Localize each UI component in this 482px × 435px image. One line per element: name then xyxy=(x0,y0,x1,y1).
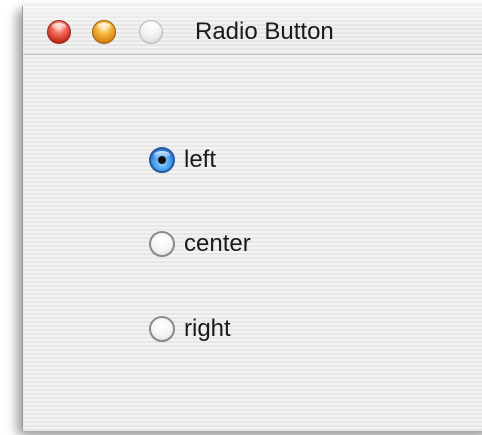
radio-dot xyxy=(158,156,166,164)
radio-option-center[interactable]: center xyxy=(149,229,251,259)
minimize-button[interactable] xyxy=(92,20,116,44)
window-title: Radio Button xyxy=(195,18,334,45)
radio-label-center[interactable]: center xyxy=(184,230,251,258)
zoom-button-icon xyxy=(144,23,158,30)
radio-option-right[interactable]: right xyxy=(149,314,231,344)
title-bar[interactable]: Radio Button xyxy=(23,6,482,55)
radio-label-right[interactable]: right xyxy=(184,315,231,343)
radio-selected-icon[interactable] xyxy=(149,147,175,173)
close-button-icon xyxy=(52,23,66,30)
window-content: left center right xyxy=(23,55,482,431)
window: Radio Button left center right xyxy=(22,6,482,431)
radio-unselected-icon[interactable] xyxy=(149,231,175,257)
close-button[interactable] xyxy=(47,20,71,44)
radio-option-left[interactable]: left xyxy=(149,145,216,175)
minimize-button-icon xyxy=(97,23,111,30)
radio-unselected-icon[interactable] xyxy=(149,316,175,342)
zoom-button[interactable] xyxy=(139,20,163,44)
radio-label-left[interactable]: left xyxy=(184,146,216,174)
screen: Radio Button left center right xyxy=(0,0,482,435)
